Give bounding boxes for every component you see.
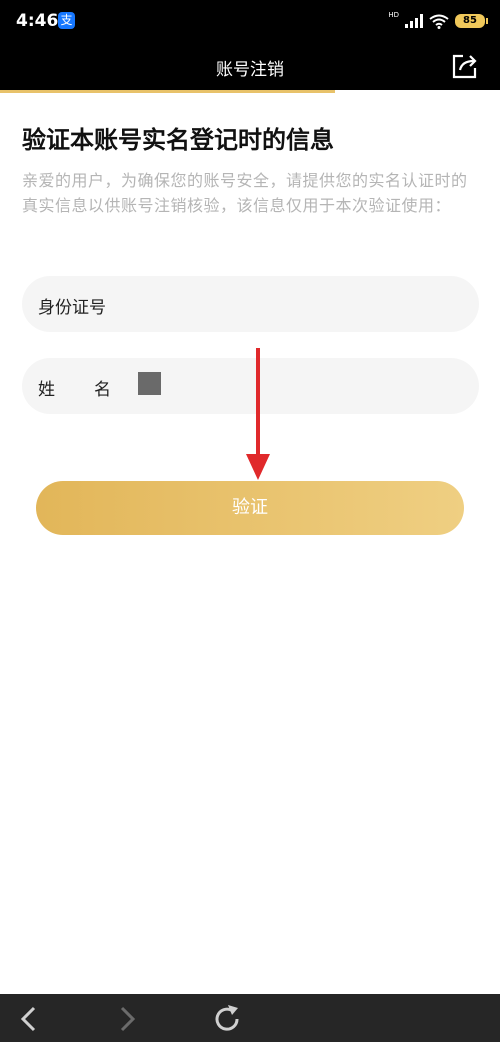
bottom-nav-bar [0, 994, 500, 1042]
share-icon [452, 54, 477, 79]
network-label: HD [388, 11, 399, 19]
refresh-icon [215, 1005, 239, 1031]
status-indicators: HD 85 [388, 11, 488, 31]
forward-button[interactable] [110, 1002, 144, 1036]
title-underline [0, 90, 335, 93]
name-label: 姓名 [38, 380, 150, 400]
id-number-label: 身份证号 [38, 298, 106, 318]
signal-icon [405, 14, 423, 28]
red-arrow [246, 348, 270, 480]
battery-tip [486, 18, 488, 24]
status-bar: 4:46 支 HD 85 [0, 0, 500, 42]
verification-description: 亲爱的用户，为确保您的账号安全，请提供您的实名认证时的真实信息以供账号注销核验，… [22, 171, 468, 215]
id-number-field[interactable]: 身份证号 [22, 276, 479, 332]
forward-icon [120, 1006, 136, 1032]
wifi-icon [429, 14, 449, 29]
verification-heading: 验证本账号实名登记时的信息 [22, 126, 334, 154]
title-bar: 账号注销 [0, 42, 500, 90]
alipay-icon: 支 [58, 12, 75, 29]
refresh-button[interactable] [210, 1002, 244, 1036]
page-title: 账号注销 [216, 60, 284, 80]
battery-icon: 85 [455, 14, 485, 28]
back-button[interactable] [12, 1002, 46, 1036]
status-time: 4:46 [16, 11, 59, 31]
verify-button[interactable]: 验证 [36, 481, 464, 535]
back-icon [20, 1006, 36, 1032]
redacted-name-block [138, 372, 161, 395]
share-button[interactable] [450, 51, 480, 81]
